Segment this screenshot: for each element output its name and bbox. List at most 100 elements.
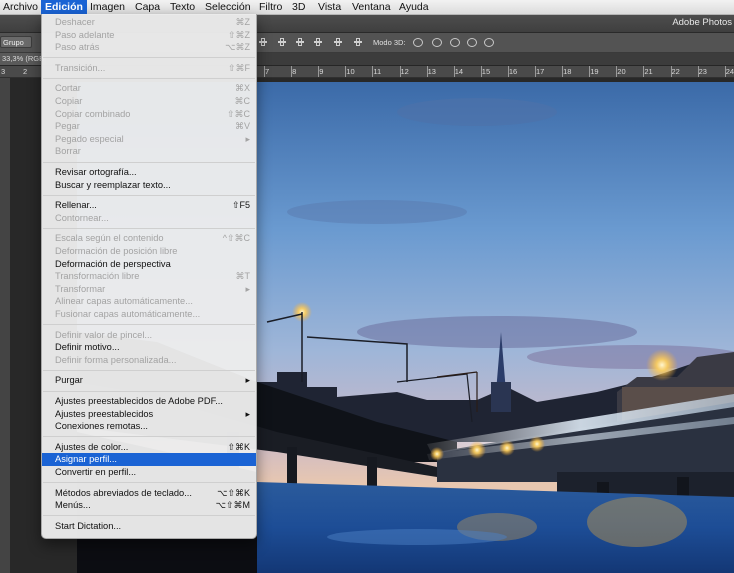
menu-item-rellenar[interactable]: Rellenar... ⇧F5 xyxy=(42,199,256,212)
roll-3d-icon[interactable] xyxy=(432,38,442,47)
menu-item-label: Copiar xyxy=(55,96,83,106)
submenu-arrow-icon: ▸ xyxy=(245,375,250,386)
drag-3d-icon[interactable] xyxy=(450,38,460,47)
menu-separator xyxy=(43,194,255,196)
menu-item-copiar-combinado[interactable]: Copiar combinado ⇧⌘C xyxy=(42,108,256,121)
menu-item-buscar-y-reemplazar-texto[interactable]: Buscar y reemplazar texto... xyxy=(42,179,256,192)
menu-seleccion[interactable]: Selección xyxy=(205,0,251,14)
menu-item-label: Alinear capas automáticamente... xyxy=(55,296,193,307)
ruler-tick-label: 9 xyxy=(319,67,324,76)
menu-archivo[interactable]: Archivo xyxy=(3,0,38,14)
ruler-tick-mark xyxy=(399,66,401,77)
menu-item-shortcut: ⌘Z xyxy=(235,17,251,27)
menu-item-pegar[interactable]: Pegar ⌘V xyxy=(42,120,256,133)
menu-3d[interactable]: 3D xyxy=(292,0,305,14)
menu-item-paso-adelante[interactable]: Paso adelante ⇧⌘Z xyxy=(42,29,256,42)
ruler-tick-mark xyxy=(291,66,293,77)
menu-item-label: Ajustes de color... xyxy=(55,441,129,452)
menu-ventana[interactable]: Ventana xyxy=(352,0,391,14)
menu-item-shortcut: ^⇧⌘C xyxy=(222,233,250,244)
menu-item-label: Fusionar capas automáticamente... xyxy=(55,309,201,319)
ruler-tick-mark xyxy=(670,66,672,77)
menu-item-label: Pegar xyxy=(55,121,80,132)
align-button-6[interactable] xyxy=(353,37,363,47)
menu-item-metodos-abreviados-de-teclado[interactable]: Métodos abreviados de teclado... ⌥⇧⌘K xyxy=(42,487,256,500)
menu-item-ajustes-de-color[interactable]: Ajustes de color... ⇧⌘K xyxy=(42,441,256,454)
align-button-3[interactable] xyxy=(295,37,305,47)
menu-item-purgar[interactable]: Purgar ▸ xyxy=(42,374,256,387)
menu-separator xyxy=(43,57,255,59)
menu-item-menus[interactable]: Menús... ⌥⇧⌘M xyxy=(42,499,256,512)
menu-capa[interactable]: Capa xyxy=(135,0,160,14)
menu-item-shortcut: ⌥⇧⌘K xyxy=(217,487,250,498)
menu-item-definir-motivo[interactable]: Definir motivo... xyxy=(42,341,256,354)
menu-item-label: Borrar xyxy=(55,146,81,157)
menu-edicion[interactable]: Edición xyxy=(41,0,87,14)
menu-item-label: Copiar combinado xyxy=(55,108,131,119)
menu-item-copiar[interactable]: Copiar ⌘C xyxy=(42,95,256,108)
menu-item-revisar-ortografia[interactable]: Revisar ortografía... xyxy=(42,166,256,179)
menu-vista[interactable]: Vista xyxy=(318,0,341,14)
align-button-2[interactable] xyxy=(277,37,287,47)
menu-item-paso-atras[interactable]: Paso atrás ⌥⌘Z xyxy=(42,41,256,54)
menu-item-ajustes-preestablecidos-de-adobe-pdf[interactable]: Ajustes preestablecidos de Adobe PDF... xyxy=(42,395,256,408)
menu-item-label: Definir motivo... xyxy=(55,342,120,353)
menu-imagen[interactable]: Imagen xyxy=(90,0,125,14)
ruler-tick-label: 20 xyxy=(617,67,626,76)
menu-item-deshacer[interactable]: Deshacer ⌘Z xyxy=(42,16,256,29)
menu-item-label: Cortar xyxy=(55,83,81,94)
ruler-tick-label: 15 xyxy=(481,67,491,76)
ruler-tick-label: 21 xyxy=(644,67,653,76)
auto-select-dropdown[interactable]: Grupo xyxy=(0,36,32,48)
menu-item-shortcut: ⌥⌘Z xyxy=(225,42,250,53)
menu-item-alinear-capas-automaticamente[interactable]: Alinear capas automáticamente... xyxy=(42,295,256,308)
menu-item-label: Métodos abreviados de teclado... xyxy=(55,487,192,498)
app-title: Adobe Photos xyxy=(672,17,732,28)
menu-item-escala-segun-el-contenido[interactable]: Escala según el contenido ^⇧⌘C xyxy=(42,232,256,245)
menu-item-transformacion-libre[interactable]: Transformación libre ⌘T xyxy=(42,270,256,283)
menu-item-ajustes-preestablecidos[interactable]: Ajustes preestablecidos ▸ xyxy=(42,408,256,421)
align-button-5[interactable] xyxy=(333,37,343,47)
menu-item-fusionar-capas-automaticamente[interactable]: Fusionar capas automáticamente... xyxy=(42,308,256,321)
document-tab[interactable]: 33,3% (RGB xyxy=(0,53,47,65)
menu-texto[interactable]: Texto xyxy=(170,0,195,14)
slide-3d-icon[interactable] xyxy=(467,38,477,47)
menu-item-label: Transición... xyxy=(55,62,106,73)
align-button-1[interactable] xyxy=(258,37,268,47)
menu-item-label: Ajustes preestablecidos de Adobe PDF... xyxy=(55,396,223,406)
menu-separator xyxy=(43,390,255,392)
ruler-tick-label: 23 xyxy=(698,67,707,76)
menu-item-shortcut: ⇧⌘C xyxy=(226,108,250,119)
menu-item-definir-valor-de-pincel[interactable]: Definir valor de pincel... xyxy=(42,329,256,342)
menu-item-conexiones-remotas[interactable]: Conexiones remotas... xyxy=(42,420,256,433)
menu-item-deformacion-de-posicion-libre[interactable]: Deformación de posición libre xyxy=(42,245,256,258)
menu-separator xyxy=(43,369,255,371)
menu-item-contornear[interactable]: Contornear... xyxy=(42,212,256,225)
menu-item-label: Transformación libre xyxy=(55,271,140,282)
menu-item-deformacion-de-perspectiva[interactable]: Deformación de perspectiva xyxy=(42,258,256,271)
menu-item-definir-forma-personalizada[interactable]: Definir forma personalizada... xyxy=(42,354,256,367)
menu-filtro[interactable]: Filtro xyxy=(259,0,282,14)
menu-item-label: Definir valor de pincel... xyxy=(55,329,153,340)
rotate-3d-icon[interactable] xyxy=(413,38,423,47)
align-button-4[interactable] xyxy=(313,37,323,47)
scale-3d-icon[interactable] xyxy=(484,38,494,47)
ruler-tick-mark xyxy=(562,66,564,77)
menu-item-start-dictation[interactable]: Start Dictation... xyxy=(42,520,256,533)
menu-item-convertir-en-perfil[interactable]: Convertir en perfil... xyxy=(42,466,256,479)
menu-item-pegado-especial[interactable]: Pegado especial ▸ xyxy=(42,133,256,146)
ruler-tick-mark xyxy=(372,66,374,77)
menu-separator xyxy=(43,482,255,484)
menu-item-asignar-perfil[interactable]: Asignar perfil... xyxy=(42,453,256,466)
ruler-tick-label: 24 xyxy=(725,67,734,76)
ruler-tick-label: 13 xyxy=(427,67,436,76)
menu-item-shortcut: ⇧⌘Z xyxy=(227,29,250,40)
menu-item-transformar[interactable]: Transformar ▸ xyxy=(42,283,256,296)
menu-item-shortcut: ⌘C xyxy=(234,96,251,106)
menu-item-shortcut: ⌘V xyxy=(234,121,250,132)
menu-item-cortar[interactable]: Cortar ⌘X xyxy=(42,82,256,95)
menu-item-transicion[interactable]: Transición... ⇧⌘F xyxy=(42,62,256,75)
menu-separator xyxy=(43,324,255,326)
menu-item-borrar[interactable]: Borrar xyxy=(42,145,256,158)
menu-ayuda[interactable]: Ayuda xyxy=(399,0,429,14)
